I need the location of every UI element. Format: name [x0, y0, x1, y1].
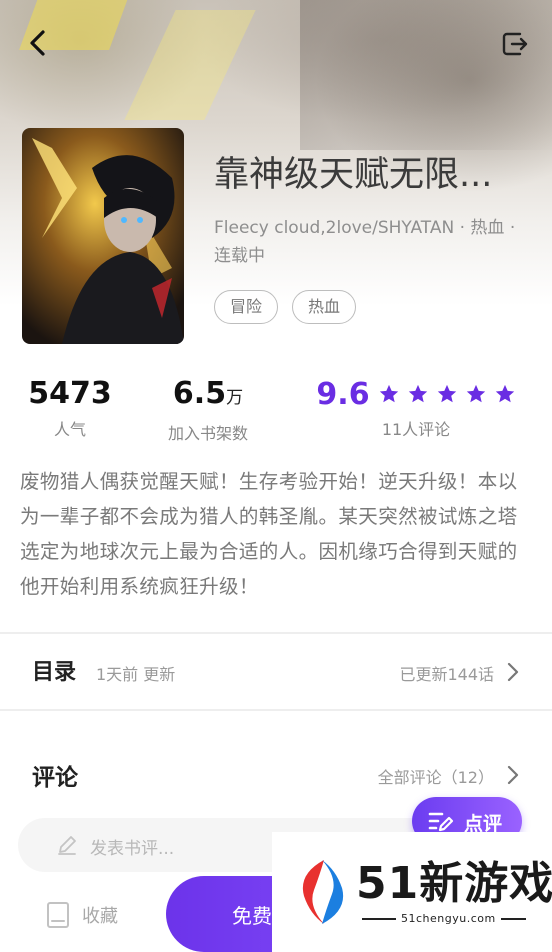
hero-header: 靠神级天赋无限... Fleecy cloud,2love/SHYATAN · …	[0, 0, 552, 360]
stat-popularity: 5473 人气	[22, 374, 118, 440]
stat-shelf: 6.5万 加入书架数	[158, 374, 258, 444]
chevron-left-icon	[30, 30, 45, 56]
pen-icon	[58, 836, 76, 855]
tag-list: 冒险 热血	[214, 290, 357, 324]
catalog-progress: 已更新144话	[399, 665, 494, 684]
comment-placeholder: 发表书评...	[90, 839, 175, 859]
watermark-brand: 51新游戏	[356, 858, 552, 909]
comments-title: 评论	[32, 765, 78, 791]
bookmark-icon	[47, 902, 69, 928]
star-icon	[408, 384, 427, 403]
divider	[0, 709, 552, 711]
favorite-button[interactable]: 收藏	[46, 900, 118, 930]
rating-label: 11人评论	[381, 420, 451, 439]
back-button[interactable]	[22, 26, 56, 60]
favorite-label: 收藏	[82, 906, 118, 927]
shelf-label: 加入书架数	[167, 424, 248, 443]
rating-stars	[378, 383, 516, 405]
free-read-label: 免费	[232, 904, 272, 928]
watermark-url: 51chengyu.com	[396, 912, 501, 925]
chevron-right-icon[interactable]	[506, 765, 520, 785]
book-title: 靠神级天赋无限...	[214, 155, 493, 195]
star-icon	[495, 384, 514, 403]
book-meta: Fleecy cloud,2love/SHYATAN · 热血 · 连载中	[214, 218, 516, 266]
shelf-unit: 万	[226, 388, 244, 408]
tag-hot-blood[interactable]: 热血	[292, 290, 357, 324]
popularity-label: 人气	[53, 420, 86, 439]
star-icon	[379, 384, 398, 403]
catalog-title: 目录	[32, 660, 77, 685]
chevron-right-icon	[507, 662, 519, 682]
share-button[interactable]	[498, 26, 532, 60]
shelf-value: 6.5	[172, 376, 227, 411]
shelf-value-row: 6.5万	[158, 374, 258, 418]
book-description: 废物猎人偶获觉醒天赋！生存考验开始！逆天升级！本以为一辈子都不会成为猎人的韩圣胤…	[20, 470, 518, 598]
catalog-updated: 1天前 更新	[96, 665, 176, 684]
star-icon	[466, 384, 485, 403]
stat-rating[interactable]: 9.6 11人评论	[316, 374, 516, 440]
book-cover-image[interactable]	[22, 128, 184, 344]
rating-value: 9.6	[316, 376, 370, 412]
star-icon	[437, 384, 456, 403]
tag-adventure[interactable]: 冒险	[214, 290, 279, 324]
watermark-logo-icon	[302, 860, 344, 924]
popularity-value: 5473	[28, 376, 112, 411]
edit-list-icon	[428, 812, 454, 832]
all-comments-link[interactable]: 全部评论（12）	[378, 764, 494, 788]
share-exit-icon	[502, 32, 528, 56]
rating-row: 9.6	[316, 374, 516, 414]
watermark: 51新游戏 51chengyu.com	[272, 832, 552, 952]
catalog-row[interactable]: 目录 1天前 更新 已更新144话	[0, 634, 552, 708]
